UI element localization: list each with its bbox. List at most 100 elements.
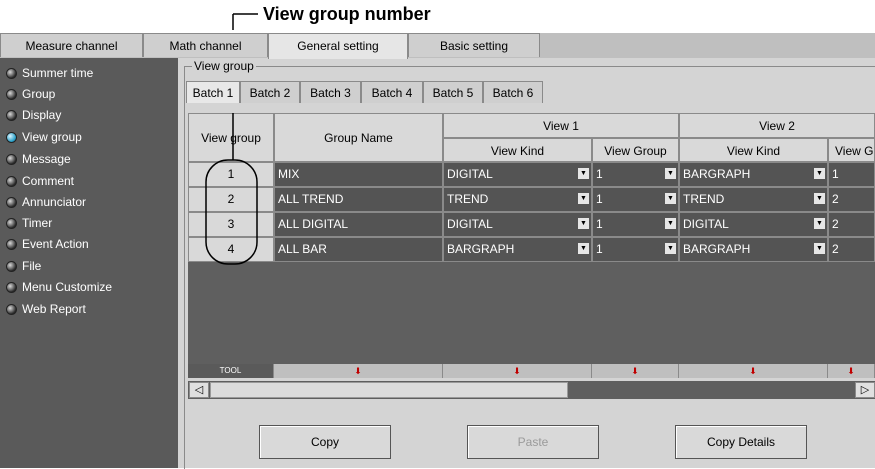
- dropdown-arrow-icon[interactable]: ▼: [665, 193, 676, 204]
- tab-batch-1[interactable]: Batch 1: [186, 81, 240, 103]
- dropdown-arrow-icon[interactable]: ▼: [665, 243, 676, 254]
- select-value: DIGITAL: [447, 167, 493, 181]
- callout-title: View group number: [263, 4, 431, 24]
- tab-batch-6[interactable]: Batch 6: [483, 81, 543, 103]
- tab-basic-setting[interactable]: Basic setting: [408, 33, 540, 57]
- sidebar-item-label: Event Action: [22, 237, 89, 251]
- radio-icon: [6, 282, 17, 293]
- dropdown-arrow-icon[interactable]: ▼: [578, 243, 589, 254]
- group-name-cell[interactable]: MIX: [274, 162, 443, 187]
- view-group-select[interactable]: 1 ▼: [592, 162, 679, 187]
- view-kind-select[interactable]: DIGITAL ▼: [443, 212, 592, 237]
- sidebar-item-label: Timer: [22, 216, 53, 230]
- view-kind-select[interactable]: BARGRAPH ▼: [679, 237, 828, 262]
- select-value: 1: [596, 192, 603, 206]
- sidebar-item-annunciator[interactable]: Annunciator: [6, 192, 86, 212]
- radio-icon: [6, 197, 17, 208]
- sidebar-item-file[interactable]: File: [6, 256, 41, 276]
- sidebar-item-view-group[interactable]: View group: [6, 127, 82, 147]
- view-group-select[interactable]: 2: [828, 187, 875, 212]
- dropdown-arrow-icon[interactable]: ▼: [814, 168, 825, 179]
- tool-arrow-icon[interactable]: ⬇: [828, 364, 875, 378]
- tab-batch-2[interactable]: Batch 2: [240, 81, 300, 103]
- header-view-group-sub: View G: [828, 138, 875, 162]
- main-panel: View group Batch 1 Batch 2 Batch 3 Batch…: [178, 58, 875, 469]
- sidebar-item-message[interactable]: Message: [6, 149, 71, 169]
- view-group-legend: View group: [192, 59, 256, 73]
- copy-button[interactable]: Copy: [259, 425, 391, 459]
- select-value: DIGITAL: [683, 217, 729, 231]
- sidebar-item-label: Message: [22, 152, 71, 166]
- tool-arrow-icon[interactable]: ⬇: [443, 364, 592, 378]
- callout-annotation: View group number: [0, 0, 875, 30]
- group-name-cell[interactable]: ALL BAR: [274, 237, 443, 262]
- view-kind-select[interactable]: TREND ▼: [443, 187, 592, 212]
- scroll-left-icon[interactable]: ◁: [189, 382, 209, 398]
- sidebar-item-group[interactable]: Group: [6, 84, 55, 104]
- tab-batch-4[interactable]: Batch 4: [361, 81, 423, 103]
- tool-arrow-icon[interactable]: ⬇: [592, 364, 679, 378]
- dropdown-arrow-icon[interactable]: ▼: [578, 218, 589, 229]
- header-view-kind: View Kind: [443, 138, 592, 162]
- dropdown-arrow-icon[interactable]: ▼: [814, 193, 825, 204]
- view-group-select[interactable]: 2: [828, 237, 875, 262]
- main-tab-bar: Measure channel Math channel General set…: [0, 33, 875, 59]
- select-value: TREND: [447, 192, 489, 206]
- header-view-kind: View Kind: [679, 138, 828, 162]
- radio-icon: [6, 239, 17, 250]
- view-kind-select[interactable]: DIGITAL ▼: [443, 162, 592, 187]
- tab-batch-5[interactable]: Batch 5: [423, 81, 483, 103]
- horizontal-scrollbar[interactable]: ◁ ▷: [188, 381, 875, 399]
- sidebar: Summer time Group Display View group Mes…: [0, 58, 178, 468]
- select-value: 1: [596, 167, 603, 181]
- view-group-select[interactable]: 2: [828, 212, 875, 237]
- select-value: BARGRAPH: [447, 242, 515, 256]
- tool-arrow-icon[interactable]: ⬇: [679, 364, 828, 378]
- view-kind-select[interactable]: BARGRAPH ▼: [443, 237, 592, 262]
- paste-button[interactable]: Paste: [467, 425, 599, 459]
- scroll-right-icon[interactable]: ▷: [855, 382, 875, 398]
- tab-general-setting[interactable]: General setting: [268, 33, 408, 59]
- sidebar-item-timer[interactable]: Timer: [6, 213, 52, 233]
- scroll-thumb[interactable]: [210, 382, 568, 398]
- radio-icon: [6, 261, 17, 272]
- select-value: 1: [596, 242, 603, 256]
- select-value: TREND: [683, 192, 725, 206]
- tool-arrow-icon[interactable]: ⬇: [274, 364, 443, 378]
- group-name-cell[interactable]: ALL DIGITAL: [274, 212, 443, 237]
- radio-icon: [6, 110, 17, 121]
- view-group-select[interactable]: 1: [828, 162, 875, 187]
- tab-math-channel[interactable]: Math channel: [143, 33, 268, 57]
- dropdown-arrow-icon[interactable]: ▼: [665, 168, 676, 179]
- dropdown-arrow-icon[interactable]: ▼: [578, 168, 589, 179]
- sidebar-item-label: Summer time: [22, 66, 94, 80]
- view-group-table: View group Group Name View 1 View 2 View…: [188, 113, 875, 368]
- sidebar-item-web-report[interactable]: Web Report: [6, 299, 86, 319]
- radio-icon: [6, 304, 17, 315]
- select-value: BARGRAPH: [683, 242, 751, 256]
- sidebar-item-menu-customize[interactable]: Menu Customize: [6, 277, 112, 297]
- view-group-select[interactable]: 1 ▼: [592, 187, 679, 212]
- radio-icon: [6, 218, 17, 229]
- group-name-cell[interactable]: ALL TREND: [274, 187, 443, 212]
- view-group-select[interactable]: 1 ▼: [592, 237, 679, 262]
- view-group-select[interactable]: 1 ▼: [592, 212, 679, 237]
- tab-batch-3[interactable]: Batch 3: [300, 81, 361, 103]
- tab-measure-channel[interactable]: Measure channel: [0, 33, 143, 57]
- view-kind-select[interactable]: TREND ▼: [679, 187, 828, 212]
- sidebar-item-label: Group: [22, 87, 56, 101]
- sidebar-item-display[interactable]: Display: [6, 105, 61, 125]
- dropdown-arrow-icon[interactable]: ▼: [814, 243, 825, 254]
- sidebar-item-comment[interactable]: Comment: [6, 171, 74, 191]
- header-view-1: View 1: [443, 113, 679, 138]
- sidebar-item-label: Annunciator: [22, 195, 87, 209]
- dropdown-arrow-icon[interactable]: ▼: [578, 193, 589, 204]
- copy-details-button[interactable]: Copy Details: [675, 425, 807, 459]
- dropdown-arrow-icon[interactable]: ▼: [814, 218, 825, 229]
- sidebar-item-summer-time[interactable]: Summer time: [6, 63, 93, 83]
- view-kind-select[interactable]: DIGITAL ▼: [679, 212, 828, 237]
- sidebar-item-label: Menu Customize: [22, 280, 113, 294]
- sidebar-item-event-action[interactable]: Event Action: [6, 234, 89, 254]
- dropdown-arrow-icon[interactable]: ▼: [665, 218, 676, 229]
- view-kind-select[interactable]: BARGRAPH ▼: [679, 162, 828, 187]
